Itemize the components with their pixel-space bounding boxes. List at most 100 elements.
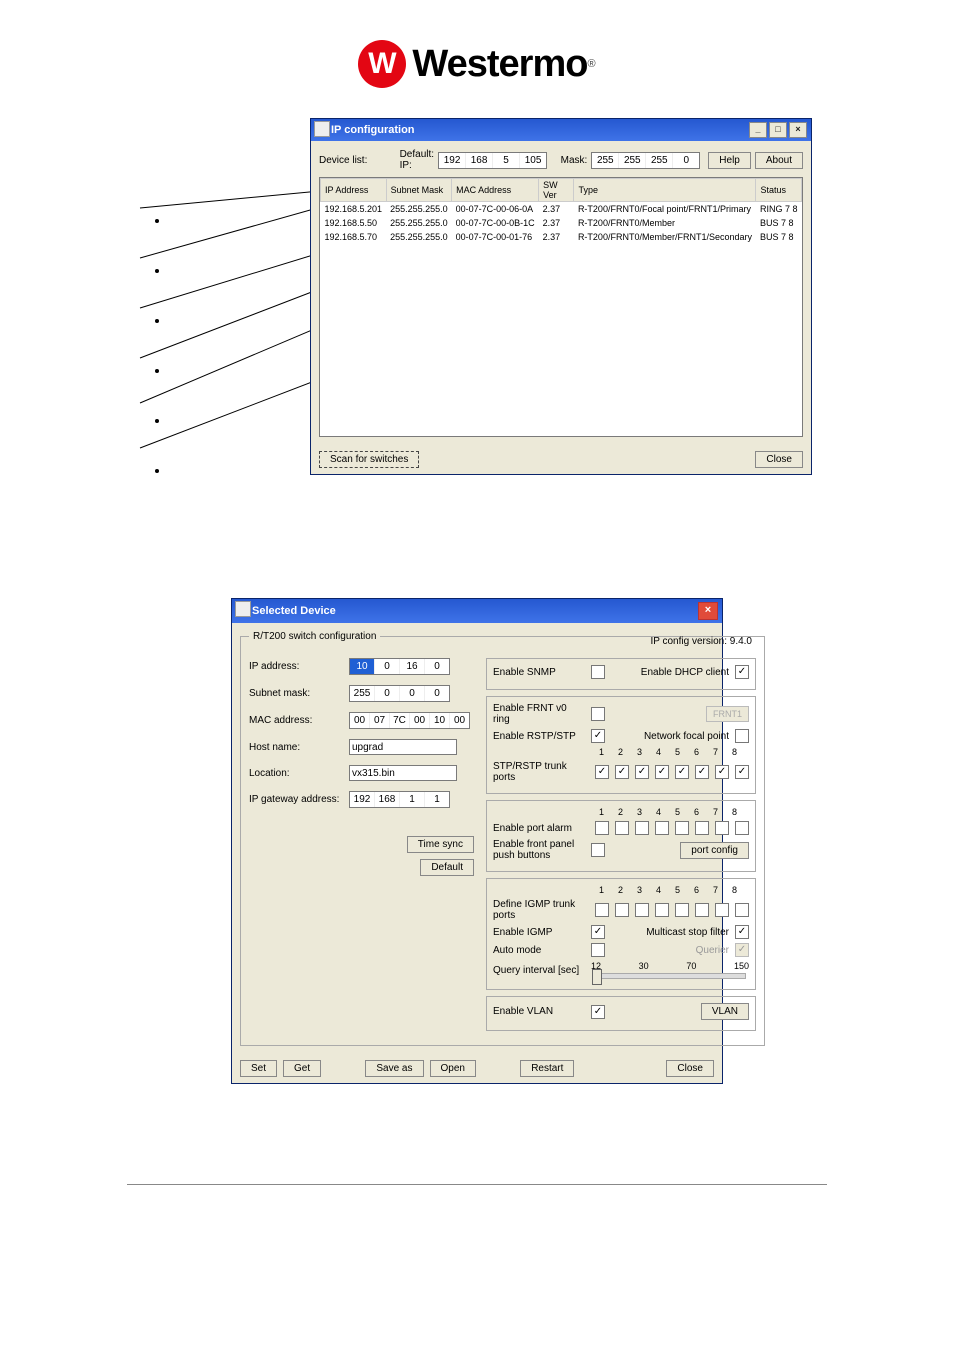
ip-address-input[interactable]: 100160 [349,658,450,675]
frnt-checkbox[interactable] [591,707,605,721]
auto-mode-checkbox[interactable] [591,943,605,957]
rstp-checkbox[interactable] [591,729,605,743]
snmp-checkbox[interactable] [591,665,605,679]
subnet-input[interactable]: 255000 [349,685,450,702]
dhcp-checkbox[interactable] [735,665,749,679]
frnt1-button: FRNT1 [706,706,749,722]
vlan-button[interactable]: VLAN [701,1003,749,1020]
igmp-port-3[interactable] [635,903,649,917]
igmp-port-5[interactable] [675,903,689,917]
alarm-port-7[interactable] [715,821,729,835]
westermo-logo: W Westermo ® [358,40,595,88]
host-label: Host name: [249,742,341,753]
alarm-port-3[interactable] [635,821,649,835]
close-icon[interactable]: × [698,602,718,620]
stp-port-4[interactable] [655,765,669,779]
col-type[interactable]: Type [574,179,756,202]
stp-port-3[interactable] [635,765,649,779]
stp-port-2[interactable] [615,765,629,779]
close-button[interactable]: Close [666,1060,714,1077]
location-input[interactable] [349,765,457,781]
igmp-port-2[interactable] [615,903,629,917]
subnet-label: Subnet mask: [249,688,341,699]
igmp-checkbox[interactable] [591,925,605,939]
alarm-port-8[interactable] [735,821,749,835]
alarm-port-2[interactable] [615,821,629,835]
col-swver[interactable]: SW Ver [539,179,574,202]
mac-label: MAC address: [249,715,341,726]
location-label: Location: [249,768,341,779]
title-text: Selected Device [252,605,336,617]
open-button[interactable]: Open [430,1060,476,1077]
stp-trunk-label: STP/RSTP trunk ports [493,761,585,783]
fieldset-legend: R/T200 switch configuration [249,631,380,642]
minimize-icon[interactable]: _ [749,122,767,138]
close-icon[interactable]: × [789,122,807,138]
device-list-label: Device list: [319,155,396,166]
about-button[interactable]: About [755,152,803,169]
front-panel-checkbox[interactable] [591,843,605,857]
save-as-button[interactable]: Save as [365,1060,423,1077]
restart-button[interactable]: Restart [520,1060,574,1077]
igmp-port-7[interactable] [715,903,729,917]
stp-port-8[interactable] [735,765,749,779]
igmp-port-1[interactable] [595,903,609,917]
titlebar[interactable]: Selected Device × [232,599,722,623]
set-button[interactable]: Set [240,1060,277,1077]
table-row[interactable]: 192.168.5.201255.255.255.000-07-7C-00-06… [321,202,802,216]
alarm-port-6[interactable] [695,821,709,835]
ip-config-window: IP configuration _ □ × Device list: Defa… [310,118,812,475]
table-row[interactable]: 192.168.5.70255.255.255.000-07-7C-00-01-… [321,230,802,244]
default-button[interactable]: Default [420,859,474,876]
maximize-icon[interactable]: □ [769,122,787,138]
alarm-port-5[interactable] [675,821,689,835]
query-interval-slider[interactable]: 12 30 70 150 [591,961,749,979]
dhcp-label: Enable DHCP client [641,667,729,678]
app-icon [314,121,330,137]
ip-address-label: IP address: [249,661,341,672]
logo-mark: W [358,40,406,88]
device-table[interactable]: IP Address Subnet Mask MAC Address SW Ve… [319,177,803,437]
titlebar[interactable]: IP configuration _ □ × [311,119,811,141]
default-ip-input[interactable]: 1921685105 [438,152,547,169]
help-button[interactable]: Help [708,152,751,169]
gateway-input[interactable]: 19216811 [349,791,450,808]
vlan-checkbox[interactable] [591,1005,605,1019]
focal-label: Network focal point [644,731,729,742]
snmp-label: Enable SNMP [493,667,585,678]
port-alarm-label: Enable port alarm [493,823,585,834]
selected-device-window: Selected Device × R/T200 switch configur… [231,598,723,1084]
stp-port-6[interactable] [695,765,709,779]
stp-port-1[interactable] [595,765,609,779]
stp-port-7[interactable] [715,765,729,779]
default-ip-label: Default: IP: [400,149,434,171]
time-sync-button[interactable]: Time sync [407,836,474,853]
col-mask[interactable]: Subnet Mask [386,179,452,202]
mac-input[interactable]: 00077C001000 [349,712,470,729]
stp-port-5[interactable] [675,765,689,779]
title-text: IP configuration [331,124,415,136]
querier-label: Querier [696,945,729,956]
igmp-port-4[interactable] [655,903,669,917]
col-mac[interactable]: MAC Address [452,179,539,202]
multicast-label: Multicast stop filter [646,927,729,938]
col-ip[interactable]: IP Address [321,179,387,202]
alarm-port-4[interactable] [655,821,669,835]
close-button[interactable]: Close [755,451,803,468]
alarm-port-1[interactable] [595,821,609,835]
igmp-port-8[interactable] [735,903,749,917]
app-icon [235,601,251,617]
igmp-port-6[interactable] [695,903,709,917]
col-status[interactable]: Status [756,179,802,202]
focal-checkbox[interactable] [735,729,749,743]
rstp-label: Enable RSTP/STP [493,731,585,742]
scan-button[interactable]: Scan for switches [319,451,419,468]
mask-label: Mask: [561,155,588,166]
front-panel-label: Enable front panel push buttons [493,839,585,861]
get-button[interactable]: Get [283,1060,321,1077]
mask-input[interactable]: 2552552550 [591,152,700,169]
host-input[interactable] [349,739,457,755]
multicast-checkbox[interactable] [735,925,749,939]
table-row[interactable]: 192.168.5.50255.255.255.000-07-7C-00-0B-… [321,216,802,230]
port-config-button[interactable]: port config [680,842,749,859]
